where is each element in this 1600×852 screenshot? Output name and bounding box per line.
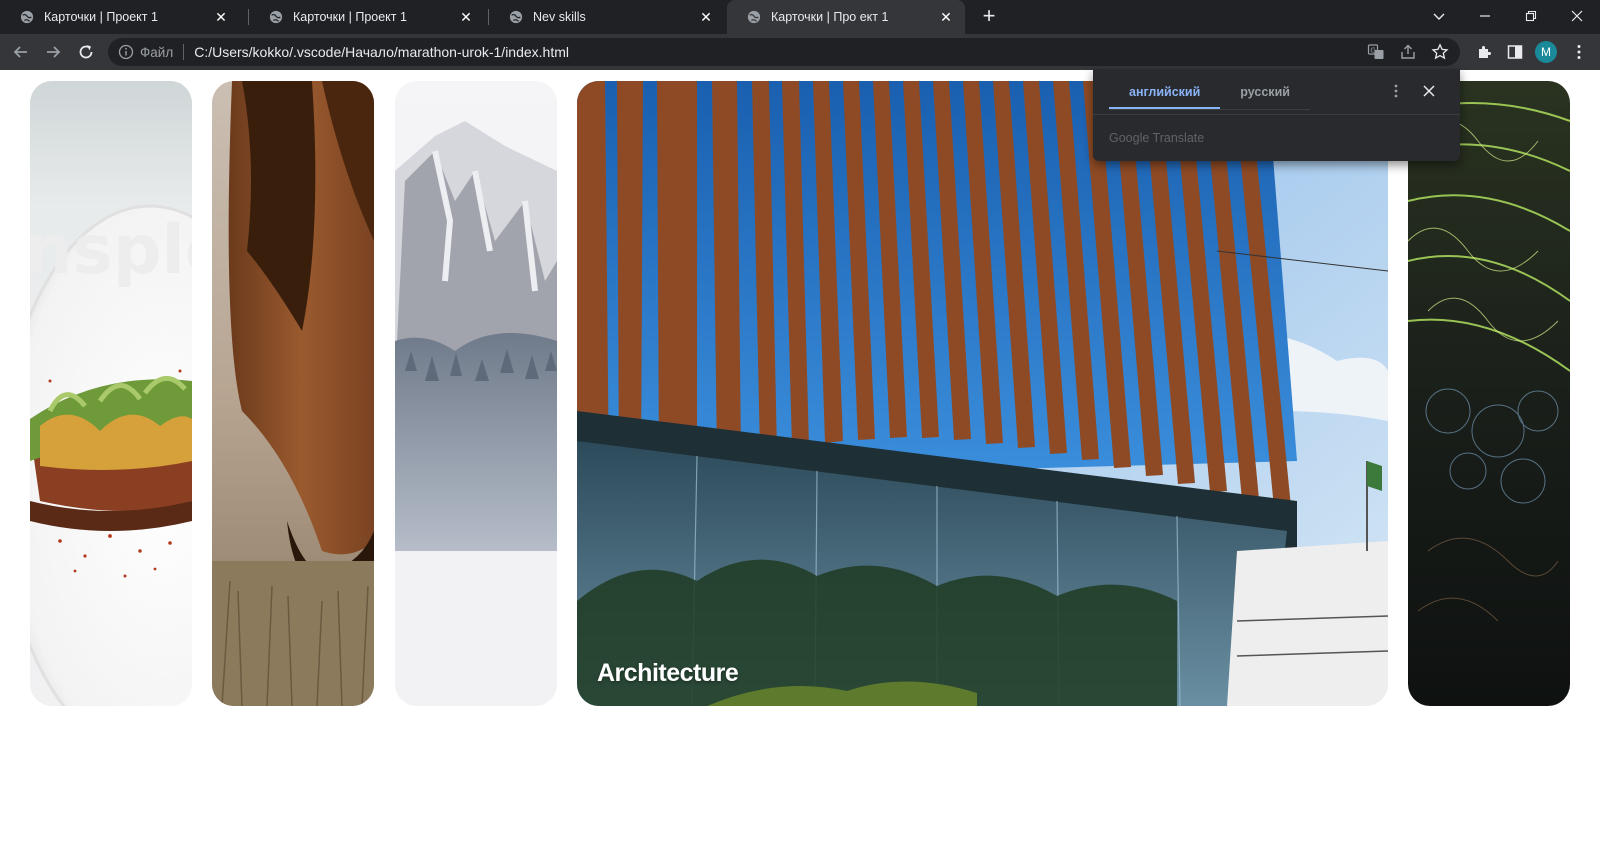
close-icon[interactable]: ✕: [212, 8, 230, 26]
panel-architecture[interactable]: Architecture: [577, 81, 1388, 706]
tab-search-button[interactable]: [1416, 0, 1462, 32]
side-panel-icon: [1507, 45, 1523, 59]
minimize-button[interactable]: [1462, 0, 1508, 32]
architecture-image: [577, 81, 1388, 706]
url-text: C:/Users/kokko/.vscode/Начало/marathon-u…: [194, 44, 569, 60]
tab-strip: Карточки | Проект 1 ✕ Карточки | Проект …: [0, 0, 1600, 34]
globe-icon: [509, 10, 523, 24]
kebab-menu-icon: [1394, 84, 1398, 98]
svg-text:G: G: [1370, 46, 1375, 54]
tab-2[interactable]: Карточки | Проект 1 ✕: [249, 0, 485, 34]
back-button[interactable]: [9, 40, 33, 64]
translate-popup: английский русский Google Translate: [1093, 69, 1460, 161]
globe-icon: [269, 10, 283, 24]
share-button[interactable]: [1396, 40, 1420, 64]
toolbar: Файл C:/Users/kokko/.vscode/Начало/marat…: [0, 34, 1600, 70]
translate-options-button[interactable]: [1387, 81, 1405, 101]
translate-button[interactable]: G: [1364, 40, 1388, 64]
profile-avatar[interactable]: M: [1535, 41, 1557, 63]
arrow-left-icon: [13, 46, 27, 58]
tab-title: Карточки | Проект 1: [44, 10, 158, 24]
close-window-button[interactable]: [1554, 0, 1600, 32]
close-icon: [1423, 85, 1435, 97]
language-tabs: английский русский: [1109, 79, 1310, 110]
popup-divider: [1093, 114, 1460, 115]
close-icon: [1571, 10, 1583, 22]
forward-button[interactable]: [41, 40, 65, 64]
restore-button[interactable]: [1508, 0, 1554, 32]
panel-mountain[interactable]: [395, 81, 557, 706]
address-divider: [183, 44, 185, 60]
panel-lights[interactable]: [1408, 81, 1570, 706]
google-translate-brand: Google Translate: [1109, 131, 1205, 145]
address-bar[interactable]: Файл C:/Users/kokko/.vscode/Начало/marat…: [108, 38, 1460, 66]
tab-title: Карточки | Про ект 1: [771, 10, 889, 24]
tab-4-active[interactable]: Карточки | Про ект 1 ✕: [727, 0, 965, 34]
puzzle-icon: [1479, 46, 1491, 58]
food-image: nsplc: [30, 81, 192, 706]
translate-close-button[interactable]: [1419, 81, 1439, 101]
target-language-tab[interactable]: русский: [1220, 79, 1310, 109]
close-icon[interactable]: ✕: [697, 8, 715, 26]
tab-title: Карточки | Проект 1: [293, 10, 407, 24]
new-tab-button[interactable]: +: [977, 5, 1001, 29]
lights-image: [1408, 81, 1570, 706]
tab-3[interactable]: Nev skills ✕: [489, 0, 725, 34]
minimize-icon: [1480, 15, 1490, 17]
side-panel-button[interactable]: [1503, 40, 1527, 64]
reload-icon: [79, 45, 93, 59]
restore-icon: [1525, 10, 1537, 22]
horse-image: [212, 81, 374, 706]
close-icon[interactable]: ✕: [937, 8, 955, 26]
svg-text:nsplc: nsplc: [30, 211, 192, 290]
close-icon[interactable]: ✕: [457, 8, 475, 26]
tab-title: Nev skills: [533, 10, 586, 24]
translate-icon: G: [1367, 44, 1384, 59]
panel-horse[interactable]: [212, 81, 374, 706]
kebab-menu-icon: [1577, 45, 1581, 59]
source-language-tab[interactable]: английский: [1109, 79, 1221, 109]
info-icon[interactable]: [118, 44, 134, 60]
globe-icon: [747, 10, 761, 24]
panel-food[interactable]: nsplc: [30, 81, 192, 706]
reload-button[interactable]: [74, 40, 98, 64]
globe-icon: [20, 10, 34, 24]
scheme-label: Файл: [140, 44, 174, 60]
share-icon: [1401, 44, 1415, 59]
chevron-down-icon: [1433, 13, 1445, 20]
menu-button[interactable]: [1567, 40, 1591, 64]
page-content: nsplc: [0, 70, 1600, 852]
mountain-image: [395, 81, 557, 706]
bookmark-button[interactable]: [1428, 40, 1452, 64]
arrow-right-icon: [47, 46, 61, 58]
extensions-button[interactable]: [1473, 40, 1497, 64]
star-icon: [1431, 43, 1449, 60]
tab-1[interactable]: Карточки | Проект 1 ✕: [0, 0, 240, 34]
panel-caption: Architecture: [597, 659, 739, 687]
